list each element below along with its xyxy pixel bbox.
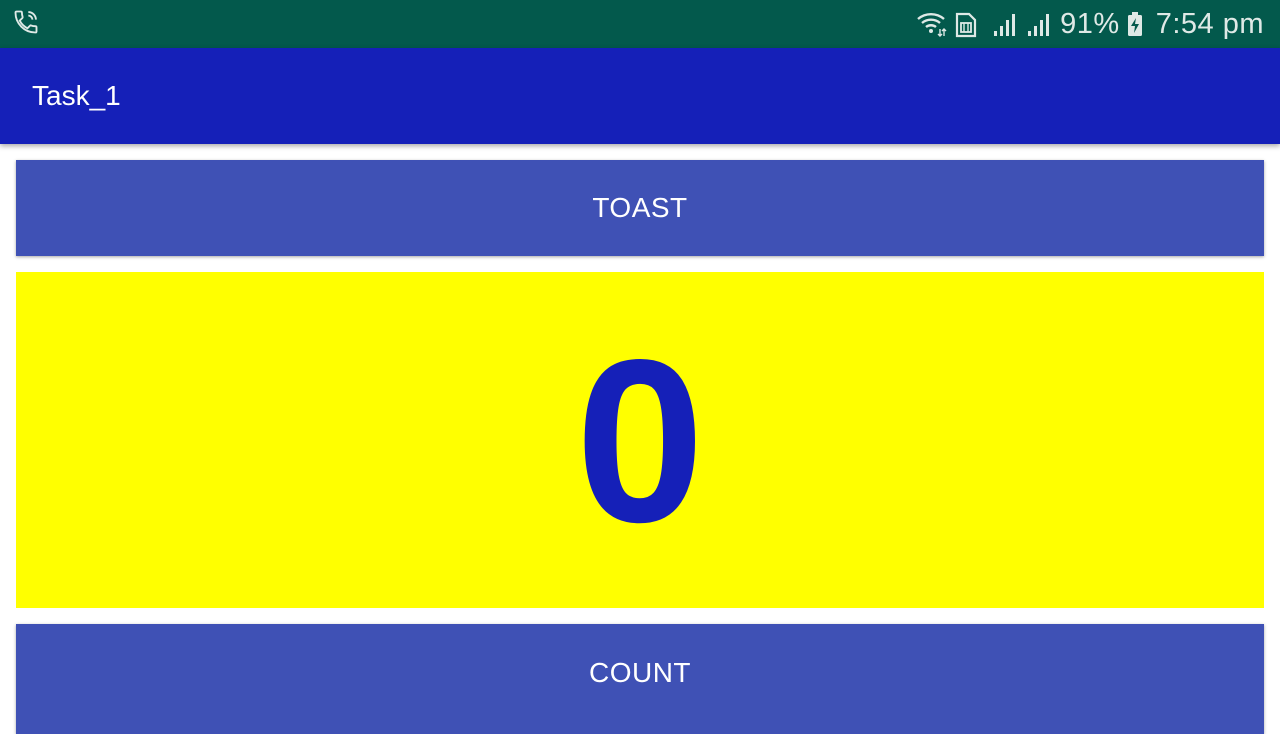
signal-strength-icon (1026, 10, 1054, 38)
phone-call-icon (12, 8, 40, 41)
status-right: 91% 7:54 pm (916, 8, 1264, 41)
toast-button[interactable]: TOAST (16, 160, 1264, 256)
wifi-icon (916, 10, 948, 38)
count-value: 0 (575, 312, 705, 571)
count-display: 0 (16, 272, 1264, 608)
signal-strength-icon (992, 10, 1020, 38)
app-bar: Task_1 (0, 48, 1280, 144)
status-clock: 7:54 pm (1155, 7, 1264, 40)
app-title: Task_1 (32, 80, 121, 111)
battery-percent: 91% (1060, 7, 1120, 40)
count-button[interactable]: COUNT (16, 624, 1264, 734)
status-bar: 91% 7:54 pm (0, 0, 1280, 48)
status-left (12, 8, 40, 41)
sim-card-icon (954, 10, 978, 38)
battery-charging-icon (1126, 10, 1144, 38)
